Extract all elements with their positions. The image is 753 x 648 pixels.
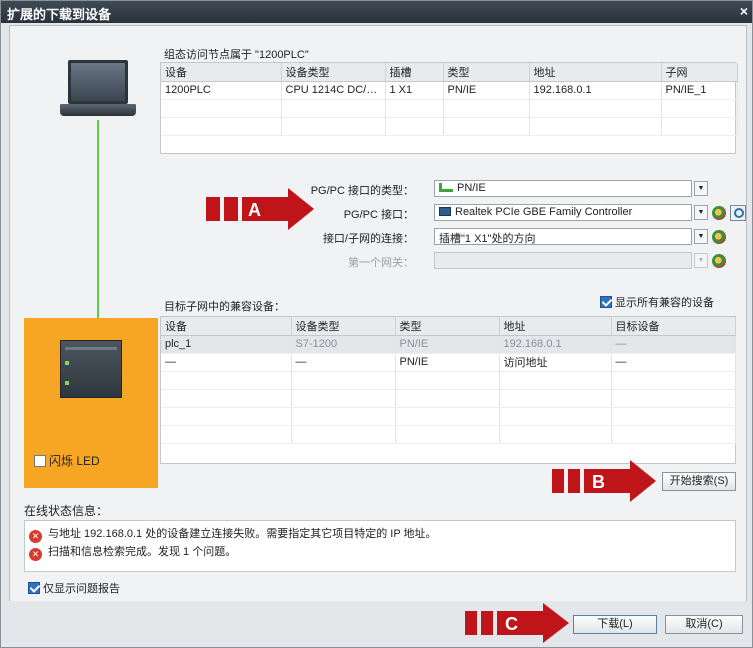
cell-address: 192.168.0.1	[499, 335, 612, 354]
cell-slot: 1 X1	[385, 81, 444, 100]
marker-c-label: C	[505, 614, 518, 634]
only-problems-checkbox[interactable]: 仅显示问题报告	[28, 580, 120, 596]
connection-line	[97, 120, 99, 346]
cell-address: 访问地址	[499, 353, 612, 372]
pgpc-type-select[interactable]: PN/IE	[434, 180, 692, 197]
table-row[interactable]: — — PN/IE 访问地址 —	[161, 353, 736, 372]
plc-device-icon	[60, 340, 122, 398]
online-status-caption: 在线状态信息：	[24, 504, 109, 518]
access-node-caption: 组态访问节点属于 "1200PLC"	[164, 49, 309, 61]
pgpc-interface-select[interactable]: Realtek PCIe GBE Family Controller	[434, 204, 692, 221]
network-card-icon	[439, 207, 451, 216]
status-message: 扫描和信息检索完成。发现 1 个问题。	[48, 546, 237, 558]
checkbox-checked-icon[interactable]	[600, 296, 612, 308]
diagnostics-icon	[712, 254, 726, 268]
subnet-connection-label: 接口/子网的连接：	[322, 233, 414, 245]
cell-device: —	[161, 353, 292, 372]
cancel-button[interactable]: 取消(C)	[665, 615, 743, 634]
col-type[interactable]: 类型	[443, 63, 530, 82]
table-row[interactable]: 1200PLC CPU 1214C DC/D... 1 X1 PN/IE 192…	[161, 81, 738, 100]
diagnostics-icon[interactable]	[712, 230, 726, 244]
col-device[interactable]: 设备	[161, 63, 282, 82]
subnet-connection-value: 插槽"1 X1"处的方向	[439, 233, 536, 245]
marker-b-arrow: B	[552, 460, 656, 502]
show-all-checkbox[interactable]: 显示所有兼容的设备	[600, 294, 714, 310]
chevron-down-icon: ▼	[694, 253, 708, 268]
compatible-devices-table: 设备 设备类型 类型 地址 目标设备 plc_1 S7-1200 PN/IE 1…	[160, 316, 736, 464]
col-address[interactable]: 地址	[529, 63, 662, 82]
show-all-label: 显示所有兼容的设备	[615, 297, 714, 309]
checkbox-icon[interactable]	[34, 455, 46, 467]
cell-device: plc_1	[161, 335, 292, 354]
dialog-title: 扩展的下载到设备	[7, 7, 112, 22]
marker-b-label: B	[592, 472, 605, 492]
compatible-devices-caption: 目标子网中的兼容设备：	[164, 301, 285, 313]
col-device-type[interactable]: 设备类型	[291, 317, 396, 336]
cell-device-type: —	[291, 353, 396, 372]
marker-a-label: A	[248, 200, 261, 220]
cell-device: 1200PLC	[161, 81, 282, 100]
table-row[interactable]: plc_1 S7-1200 PN/IE 192.168.0.1 —	[161, 335, 736, 354]
chevron-down-icon[interactable]: ▼	[694, 181, 708, 196]
network-icon	[439, 183, 453, 192]
only-problems-label: 仅显示问题报告	[43, 583, 120, 595]
list-item: ✕ 扫描和信息检索完成。发现 1 个问题。	[29, 543, 236, 561]
target-device-panel: 闪烁 LED	[24, 318, 158, 488]
cell-type: PN/IE	[395, 353, 500, 372]
cell-type: PN/IE	[395, 335, 500, 354]
cell-type: PN/IE	[443, 81, 530, 100]
diagnostics-icon[interactable]	[712, 206, 726, 220]
close-icon[interactable]: ×	[740, 3, 748, 19]
gateway-label: 第一个网关：	[348, 257, 414, 269]
col-type[interactable]: 类型	[395, 317, 500, 336]
cell-target-device: —	[611, 335, 736, 354]
status-message: 与地址 192.168.0.1 处的设备建立连接失败。需要指定其它项目特定的 I…	[48, 528, 437, 540]
pgpc-interface-label: PG/PC 接口：	[343, 209, 414, 221]
start-search-button[interactable]: 开始搜索(S)	[662, 472, 736, 491]
col-device-type[interactable]: 设备类型	[281, 63, 386, 82]
chevron-down-icon[interactable]: ▼	[694, 229, 708, 244]
search-icon[interactable]	[730, 205, 746, 221]
error-icon: ✕	[29, 548, 42, 561]
title-bar: 扩展的下载到设备 ×	[1, 1, 752, 23]
cell-device-type: CPU 1214C DC/D...	[281, 81, 386, 100]
col-slot[interactable]: 插槽	[385, 63, 444, 82]
pgpc-interface-value: Realtek PCIe GBE Family Controller	[455, 206, 633, 218]
download-dialog: 扩展的下载到设备 × 组态访问节点属于 "1200PLC" 设备 设备类型 插槽…	[0, 0, 753, 648]
flash-led-checkbox[interactable]: 闪烁 LED	[34, 452, 100, 469]
marker-c-arrow: C	[465, 603, 569, 643]
flash-led-label: 闪烁 LED	[49, 454, 100, 468]
error-icon: ✕	[29, 530, 42, 543]
col-target-device[interactable]: 目标设备	[611, 317, 736, 336]
cell-target-device: —	[611, 353, 736, 372]
list-item: ✕ 与地址 192.168.0.1 处的设备建立连接失败。需要指定其它项目特定的 …	[29, 525, 437, 543]
pgpc-type-value: PN/IE	[457, 182, 486, 194]
access-node-table: 设备 设备类型 插槽 类型 地址 子网 1200PLC CPU 1214C DC…	[160, 62, 738, 154]
chevron-down-icon[interactable]: ▼	[694, 205, 708, 220]
checkbox-checked-icon[interactable]	[28, 582, 40, 594]
cell-device-type: S7-1200	[291, 335, 396, 354]
download-button[interactable]: 下载(L)	[573, 615, 657, 634]
cell-subnet: PN/IE_1	[661, 81, 738, 100]
col-address[interactable]: 地址	[499, 317, 612, 336]
cell-address: 192.168.0.1	[529, 81, 662, 100]
subnet-connection-select[interactable]: 插槽"1 X1"处的方向	[434, 228, 692, 245]
dialog-body: 组态访问节点属于 "1200PLC" 设备 设备类型 插槽 类型 地址 子网 1…	[9, 25, 747, 631]
pgpc-type-label: PG/PC 接口的类型：	[310, 185, 414, 197]
col-subnet[interactable]: 子网	[661, 63, 738, 82]
dialog-footer: C 下载(L) 取消(C)	[9, 601, 747, 645]
gateway-select	[434, 252, 692, 269]
col-device[interactable]: 设备	[161, 317, 292, 336]
status-message-list: ✕ 与地址 192.168.0.1 处的设备建立连接失败。需要指定其它项目特定的 …	[24, 520, 736, 572]
pg-pc-laptop-icon	[60, 60, 136, 120]
